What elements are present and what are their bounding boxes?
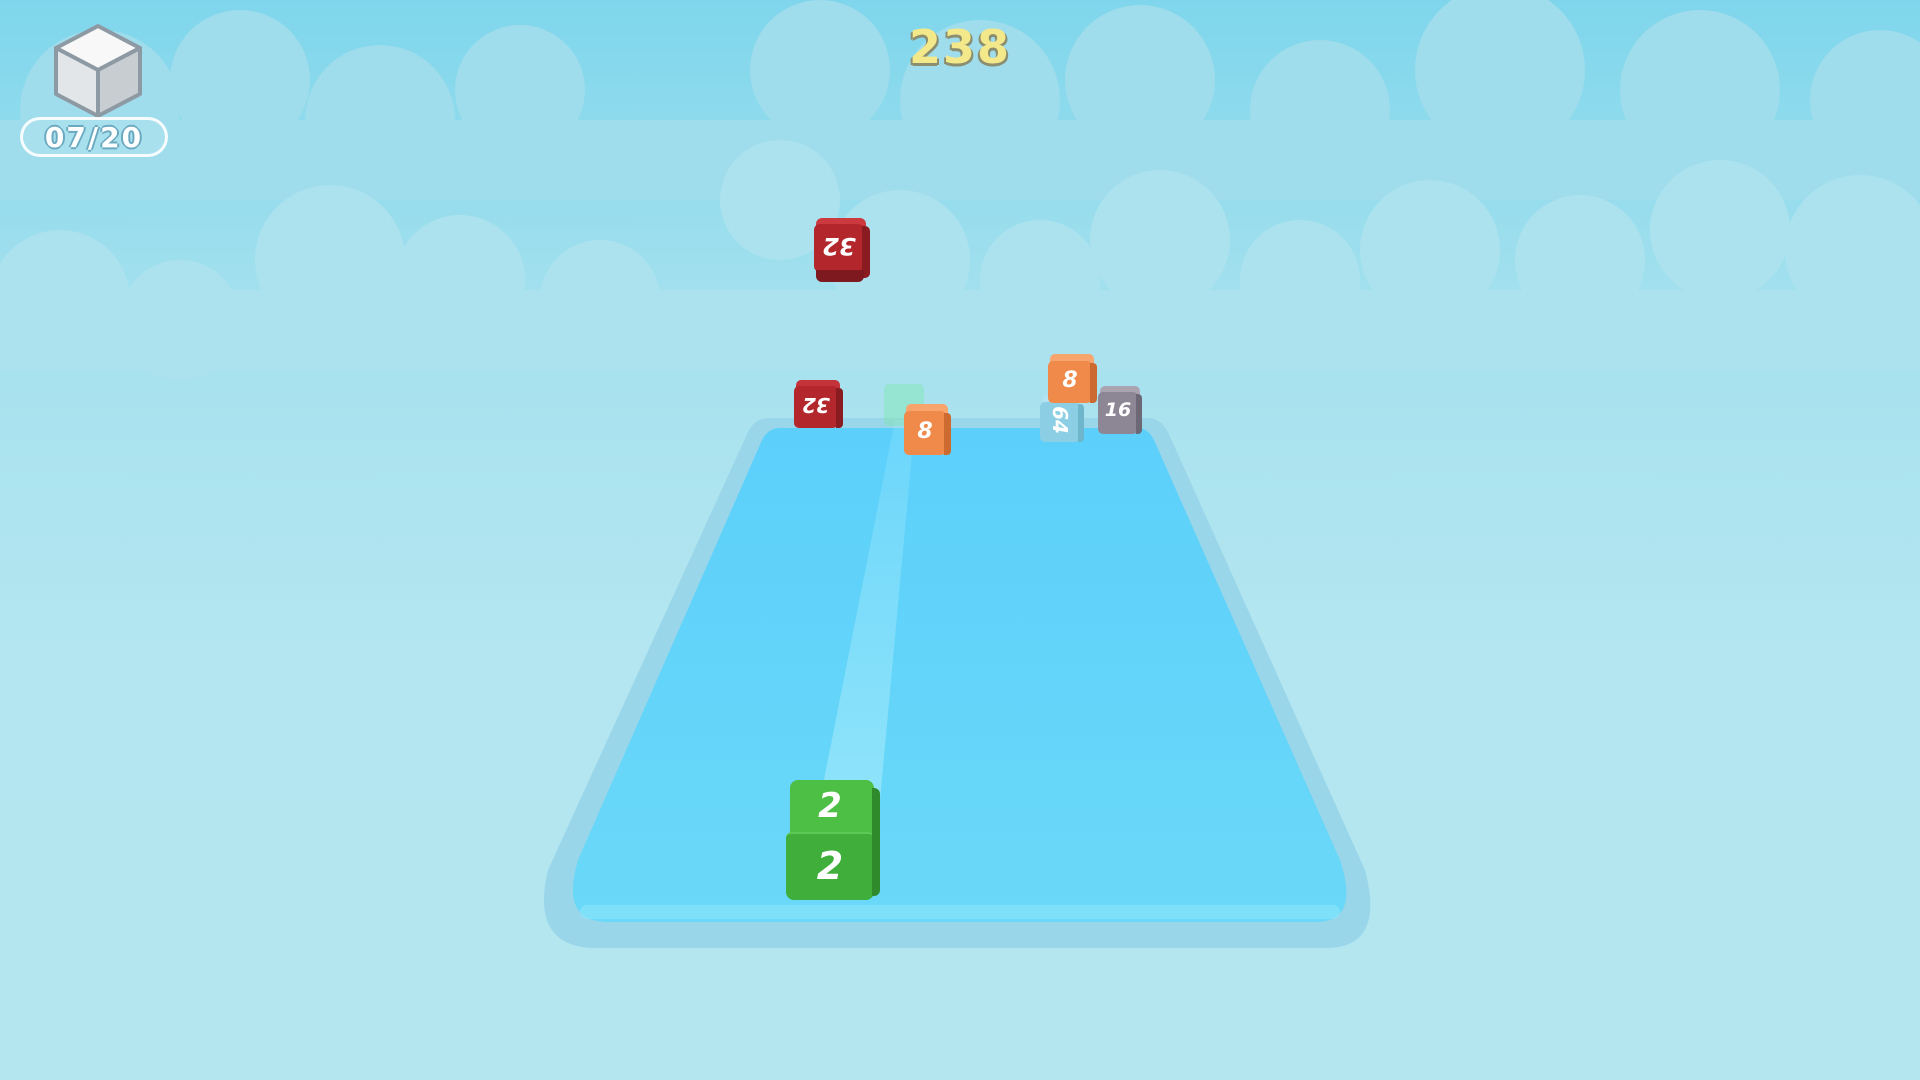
cube-gray-16: 16 (1098, 386, 1144, 438)
cube-orange-8-stacked: 8 (1048, 354, 1100, 406)
cube-value: 32 (822, 232, 856, 260)
cube-front-value: 2 (816, 844, 844, 888)
cube-orange-8: 8 (904, 404, 954, 458)
cube-value: 32 (802, 393, 830, 417)
lane-surface (572, 428, 1347, 922)
cube-value: 64 (1048, 406, 1072, 434)
player-cube-green-2[interactable]: 2 2 (786, 780, 882, 902)
game-board (543, 384, 1371, 948)
cube-value: 16 (1104, 399, 1132, 421)
cube-value: 8 (917, 419, 933, 444)
cube-red-32-airborne: 32 (814, 218, 870, 284)
cube-value: 8 (1062, 368, 1078, 393)
cube-red-32: 32 (794, 380, 844, 430)
cube-top-value: 2 (818, 786, 842, 826)
